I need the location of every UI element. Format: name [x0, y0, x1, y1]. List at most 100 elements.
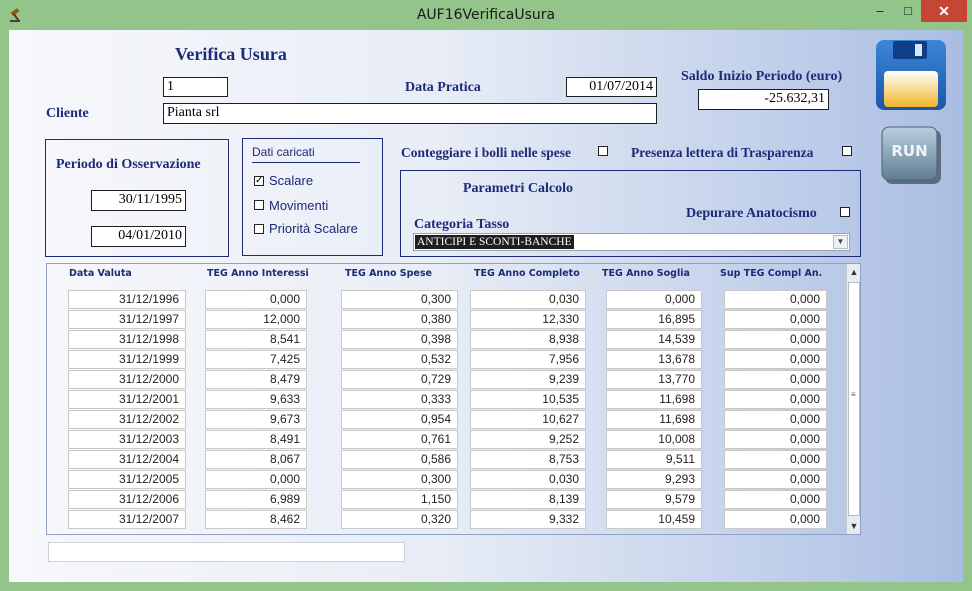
- depurare-checkbox[interactable]: [840, 207, 850, 217]
- run-button[interactable]: RUN: [881, 126, 941, 186]
- cell-teg-completo[interactable]: 9,332: [470, 510, 586, 529]
- cell-teg-completo[interactable]: 0,030: [470, 290, 586, 309]
- cell-teg-completo[interactable]: 9,252: [470, 430, 586, 449]
- chevron-down-icon[interactable]: ▼: [833, 235, 848, 249]
- cell-teg-soglia[interactable]: 16,895: [606, 310, 702, 329]
- cell-sup-teg[interactable]: 0,000: [724, 310, 827, 329]
- cell-teg-soglia[interactable]: 0,000: [606, 290, 702, 309]
- pratica-id-field[interactable]: 1: [163, 77, 228, 97]
- cell-data-valuta[interactable]: 31/12/1999: [68, 350, 186, 369]
- cell-teg-completo[interactable]: 0,030: [470, 470, 586, 489]
- cell-data-valuta[interactable]: 31/12/2003: [68, 430, 186, 449]
- cell-teg-completo[interactable]: 9,239: [470, 370, 586, 389]
- cell-teg-completo[interactable]: 8,938: [470, 330, 586, 349]
- priorita-scalare-checkbox[interactable]: [254, 224, 264, 234]
- scalare-checkbox[interactable]: ✓: [254, 176, 264, 186]
- cell-teg-interessi[interactable]: 8,479: [205, 370, 307, 389]
- cell-teg-completo[interactable]: 8,753: [470, 450, 586, 469]
- window-title: AUF16VerificaUsura: [416, 7, 556, 23]
- cell-teg-soglia[interactable]: 11,698: [606, 410, 702, 429]
- cell-teg-soglia[interactable]: 13,678: [606, 350, 702, 369]
- cell-teg-spese[interactable]: 0,954: [341, 410, 458, 429]
- cell-teg-completo[interactable]: 8,139: [470, 490, 586, 509]
- cell-teg-completo[interactable]: 7,956: [470, 350, 586, 369]
- cell-teg-soglia[interactable]: 10,459: [606, 510, 702, 529]
- cell-data-valuta[interactable]: 31/12/2006: [68, 490, 186, 509]
- cell-sup-teg[interactable]: 0,000: [724, 370, 827, 389]
- cell-data-valuta[interactable]: 31/12/2005: [68, 470, 186, 489]
- cell-teg-soglia[interactable]: 9,511: [606, 450, 702, 469]
- cell-teg-interessi[interactable]: 8,491: [205, 430, 307, 449]
- cell-teg-interessi[interactable]: 8,067: [205, 450, 307, 469]
- cell-sup-teg[interactable]: 0,000: [724, 330, 827, 349]
- cell-teg-interessi[interactable]: 9,633: [205, 390, 307, 409]
- cell-sup-teg[interactable]: 0,000: [724, 510, 827, 529]
- cell-teg-interessi[interactable]: 8,541: [205, 330, 307, 349]
- save-button[interactable]: [875, 39, 947, 111]
- cell-data-valuta[interactable]: 31/12/1998: [68, 330, 186, 349]
- cell-teg-soglia[interactable]: 13,770: [606, 370, 702, 389]
- trasparenza-checkbox[interactable]: [842, 146, 852, 156]
- cell-teg-interessi[interactable]: 0,000: [205, 470, 307, 489]
- saldo-field[interactable]: -25.632,31: [698, 89, 829, 110]
- cell-data-valuta[interactable]: 31/12/1996: [68, 290, 186, 309]
- cell-teg-soglia[interactable]: 9,293: [606, 470, 702, 489]
- cell-teg-soglia[interactable]: 10,008: [606, 430, 702, 449]
- movimenti-checkbox[interactable]: [254, 200, 264, 210]
- cell-data-valuta[interactable]: 31/12/2002: [68, 410, 186, 429]
- scroll-up-icon[interactable]: ▲: [847, 264, 860, 280]
- cell-teg-spese[interactable]: 0,729: [341, 370, 458, 389]
- cell-teg-spese[interactable]: 0,333: [341, 390, 458, 409]
- cell-sup-teg[interactable]: 0,000: [724, 450, 827, 469]
- cell-teg-spese[interactable]: 1,150: [341, 490, 458, 509]
- bolli-checkbox[interactable]: [598, 146, 608, 156]
- teg-table: Data Valuta TEG Anno Interessi TEG Anno …: [46, 263, 861, 535]
- cliente-field[interactable]: Pianta srl: [163, 103, 657, 124]
- cell-sup-teg[interactable]: 0,000: [724, 490, 827, 509]
- cell-teg-spese[interactable]: 0,398: [341, 330, 458, 349]
- cell-teg-spese[interactable]: 0,761: [341, 430, 458, 449]
- data-pratica-field[interactable]: 01/07/2014: [566, 77, 657, 97]
- maximize-button[interactable]: □: [894, 0, 922, 22]
- cell-sup-teg[interactable]: 0,000: [724, 390, 827, 409]
- cell-teg-completo[interactable]: 12,330: [470, 310, 586, 329]
- cell-teg-spese[interactable]: 0,320: [341, 510, 458, 529]
- status-field[interactable]: [48, 542, 405, 562]
- minimize-button[interactable]: –: [866, 0, 894, 22]
- cell-teg-interessi[interactable]: 8,462: [205, 510, 307, 529]
- cell-teg-completo[interactable]: 10,535: [470, 390, 586, 409]
- cell-teg-interessi[interactable]: 0,000: [205, 290, 307, 309]
- cell-sup-teg[interactable]: 0,000: [724, 470, 827, 489]
- cell-teg-completo[interactable]: 10,627: [470, 410, 586, 429]
- periodo-start-field[interactable]: 30/11/1995: [91, 190, 186, 211]
- cell-data-valuta[interactable]: 31/12/2000: [68, 370, 186, 389]
- cell-teg-soglia[interactable]: 11,698: [606, 390, 702, 409]
- cell-teg-interessi[interactable]: 7,425: [205, 350, 307, 369]
- scroll-down-icon[interactable]: ▼: [847, 518, 860, 534]
- cell-teg-spese[interactable]: 0,380: [341, 310, 458, 329]
- table-row: 31/12/1998 8,541 0,398 8,938 14,539 0,000: [47, 330, 845, 349]
- periodo-end-field[interactable]: 04/01/2010: [91, 226, 186, 247]
- cell-sup-teg[interactable]: 0,000: [724, 350, 827, 369]
- table-scrollbar[interactable]: ▲ ≡ ▼: [846, 264, 860, 534]
- cell-teg-soglia[interactable]: 14,539: [606, 330, 702, 349]
- cell-teg-spese[interactable]: 0,532: [341, 350, 458, 369]
- cell-sup-teg[interactable]: 0,000: [724, 430, 827, 449]
- cell-data-valuta[interactable]: 31/12/2007: [68, 510, 186, 529]
- categoria-select[interactable]: ANTICIPI E SCONTI-BANCHE ▼: [413, 233, 850, 251]
- cell-sup-teg[interactable]: 0,000: [724, 290, 827, 309]
- scroll-thumb[interactable]: ≡: [848, 282, 860, 516]
- cell-data-valuta[interactable]: 31/12/1997: [68, 310, 186, 329]
- close-button[interactable]: ✕: [921, 0, 967, 22]
- cell-teg-interessi[interactable]: 6,989: [205, 490, 307, 509]
- cell-teg-interessi[interactable]: 9,673: [205, 410, 307, 429]
- cell-teg-soglia[interactable]: 9,579: [606, 490, 702, 509]
- cell-teg-spese[interactable]: 0,300: [341, 290, 458, 309]
- dati-caricati-group: Dati caricati ✓ Scalare Movimenti Priori…: [242, 138, 383, 256]
- cell-teg-spese[interactable]: 0,300: [341, 470, 458, 489]
- cell-data-valuta[interactable]: 31/12/2004: [68, 450, 186, 469]
- cell-teg-interessi[interactable]: 12,000: [205, 310, 307, 329]
- cell-data-valuta[interactable]: 31/12/2001: [68, 390, 186, 409]
- cell-sup-teg[interactable]: 0,000: [724, 410, 827, 429]
- cell-teg-spese[interactable]: 0,586: [341, 450, 458, 469]
